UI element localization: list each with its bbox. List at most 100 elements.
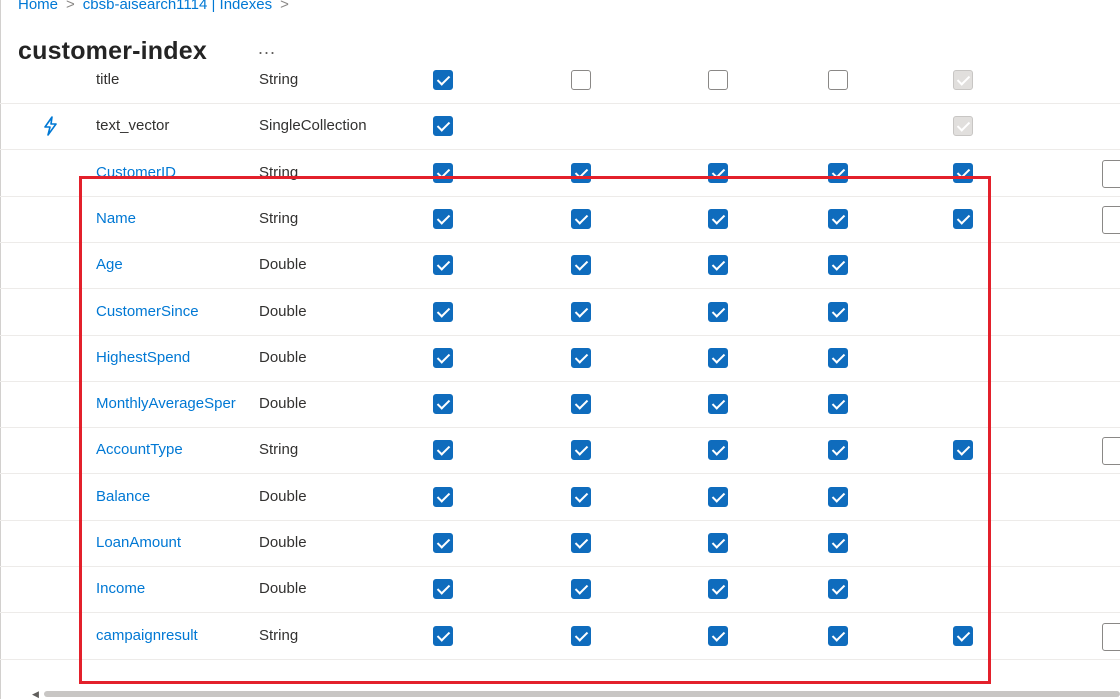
attribute-checkbox[interactable]	[708, 440, 728, 461]
field-name[interactable]: HighestSpend	[96, 335, 246, 381]
attribute-checkbox[interactable]	[433, 394, 453, 415]
attribute-checkbox[interactable]	[433, 625, 453, 646]
attribute-checkbox[interactable]	[433, 486, 453, 507]
table-row[interactable]: LoanAmount Double	[0, 520, 1120, 567]
attribute-checkbox[interactable]	[708, 301, 728, 322]
attribute-checkbox[interactable]	[571, 70, 591, 90]
attribute-checkbox[interactable]	[828, 625, 848, 646]
analyzer-dropdown[interactable]	[1102, 205, 1120, 234]
table-row[interactable]: CustomerSince Double	[0, 289, 1120, 336]
field-type: String	[259, 441, 299, 459]
field-type: String	[259, 209, 299, 227]
attribute-checkbox[interactable]	[571, 579, 591, 600]
table-row[interactable]: CustomerID String	[0, 150, 1120, 197]
attribute-checkbox[interactable]	[433, 533, 453, 553]
breadcrumb-home-link[interactable]: Home	[18, 0, 58, 13]
field-type: Double	[259, 395, 307, 413]
attribute-checkbox[interactable]	[571, 486, 591, 507]
attribute-checkbox[interactable]	[433, 116, 453, 137]
attribute-checkbox[interactable]	[571, 394, 591, 415]
attribute-checkbox[interactable]	[953, 625, 973, 646]
attribute-checkbox[interactable]	[433, 347, 453, 368]
attribute-checkbox[interactable]	[828, 255, 848, 276]
attribute-checkbox[interactable]	[828, 440, 848, 461]
analyzer-dropdown[interactable]	[1102, 622, 1120, 651]
attribute-checkbox[interactable]	[571, 162, 591, 183]
table-row[interactable]: Name String	[0, 196, 1120, 243]
attribute-checkbox[interactable]	[708, 255, 728, 276]
table-row[interactable]: text_vector SingleCollection	[0, 103, 1120, 151]
attribute-checkbox[interactable]	[433, 70, 453, 90]
field-name[interactable]: Age	[96, 242, 246, 288]
attribute-checkbox[interactable]	[708, 533, 728, 553]
field-type: Double	[259, 348, 307, 366]
field-name[interactable]: LoanAmount	[96, 520, 246, 566]
field-type: Double	[259, 580, 307, 598]
field-name[interactable]: CustomerID	[96, 150, 246, 196]
field-name: text_vector	[96, 117, 170, 135]
attribute-checkbox[interactable]	[953, 208, 973, 229]
field-name[interactable]: AccountType	[96, 427, 246, 473]
attribute-checkbox[interactable]	[828, 579, 848, 600]
field-name[interactable]: campaignresult	[96, 613, 246, 659]
breadcrumb-separator: >	[66, 0, 75, 13]
attribute-checkbox[interactable]	[571, 347, 591, 368]
table-row[interactable]: campaignresult String	[0, 613, 1120, 660]
attribute-checkbox[interactable]	[571, 208, 591, 229]
attribute-checkbox[interactable]	[828, 533, 848, 553]
field-type: Double	[259, 534, 307, 551]
attribute-checkbox[interactable]	[828, 162, 848, 183]
field-type: Double	[259, 256, 307, 274]
breadcrumb-indexes-link[interactable]: cbsb-aisearch1114 | Indexes	[83, 0, 272, 13]
attribute-checkbox[interactable]	[708, 486, 728, 507]
table-row[interactable]: HighestSpend Double	[0, 335, 1120, 382]
field-name[interactable]: Name	[96, 196, 246, 242]
table-row[interactable]: title String	[0, 57, 1120, 104]
attribute-checkbox[interactable]	[953, 440, 973, 461]
field-name[interactable]: CustomerSince	[96, 289, 246, 335]
analyzer-dropdown[interactable]	[1102, 159, 1120, 188]
field-type: String	[259, 626, 299, 644]
breadcrumb: Home > cbsb-aisearch1114 | Indexes >	[18, 0, 297, 13]
analyzer-dropdown[interactable]	[1102, 437, 1120, 466]
table-row[interactable]: AccountType String	[0, 427, 1120, 475]
attribute-checkbox[interactable]	[953, 162, 973, 183]
attribute-checkbox[interactable]	[571, 255, 591, 276]
attribute-checkbox[interactable]	[571, 301, 591, 322]
attribute-checkbox[interactable]	[708, 162, 728, 183]
attribute-checkbox[interactable]	[571, 533, 591, 553]
more-options-button[interactable]: ...	[258, 38, 276, 59]
horizontal-scrollbar[interactable]: ◀	[32, 688, 1120, 699]
attribute-checkbox[interactable]	[708, 579, 728, 600]
attribute-checkbox[interactable]	[571, 625, 591, 646]
field-name[interactable]: MonthlyAverageSper	[96, 381, 246, 427]
attribute-checkbox[interactable]	[828, 394, 848, 415]
attribute-checkbox[interactable]	[828, 347, 848, 368]
table-row[interactable]: Age Double	[0, 242, 1120, 290]
attribute-checkbox[interactable]	[828, 70, 848, 90]
field-type: SingleCollection	[259, 117, 367, 135]
scroll-left-icon[interactable]: ◀	[32, 689, 39, 700]
lightning-icon	[40, 115, 62, 137]
attribute-checkbox[interactable]	[828, 301, 848, 322]
table-row[interactable]: MonthlyAverageSper Double	[0, 381, 1120, 429]
table-row[interactable]: Balance Double	[0, 474, 1120, 521]
attribute-checkbox[interactable]	[708, 347, 728, 368]
attribute-checkbox[interactable]	[708, 625, 728, 646]
scrollbar-thumb[interactable]	[44, 691, 1120, 697]
attribute-checkbox[interactable]	[433, 440, 453, 461]
attribute-checkbox[interactable]	[828, 208, 848, 229]
attribute-checkbox[interactable]	[433, 579, 453, 600]
field-name[interactable]: Balance	[96, 474, 246, 520]
field-name[interactable]: Income	[96, 566, 246, 612]
attribute-checkbox[interactable]	[708, 208, 728, 229]
attribute-checkbox[interactable]	[708, 394, 728, 415]
attribute-checkbox[interactable]	[433, 162, 453, 183]
attribute-checkbox[interactable]	[433, 208, 453, 229]
attribute-checkbox[interactable]	[571, 440, 591, 461]
table-row[interactable]: Income Double	[0, 566, 1120, 614]
attribute-checkbox[interactable]	[433, 301, 453, 322]
attribute-checkbox[interactable]	[828, 486, 848, 507]
attribute-checkbox[interactable]	[708, 70, 728, 90]
attribute-checkbox[interactable]	[433, 255, 453, 276]
